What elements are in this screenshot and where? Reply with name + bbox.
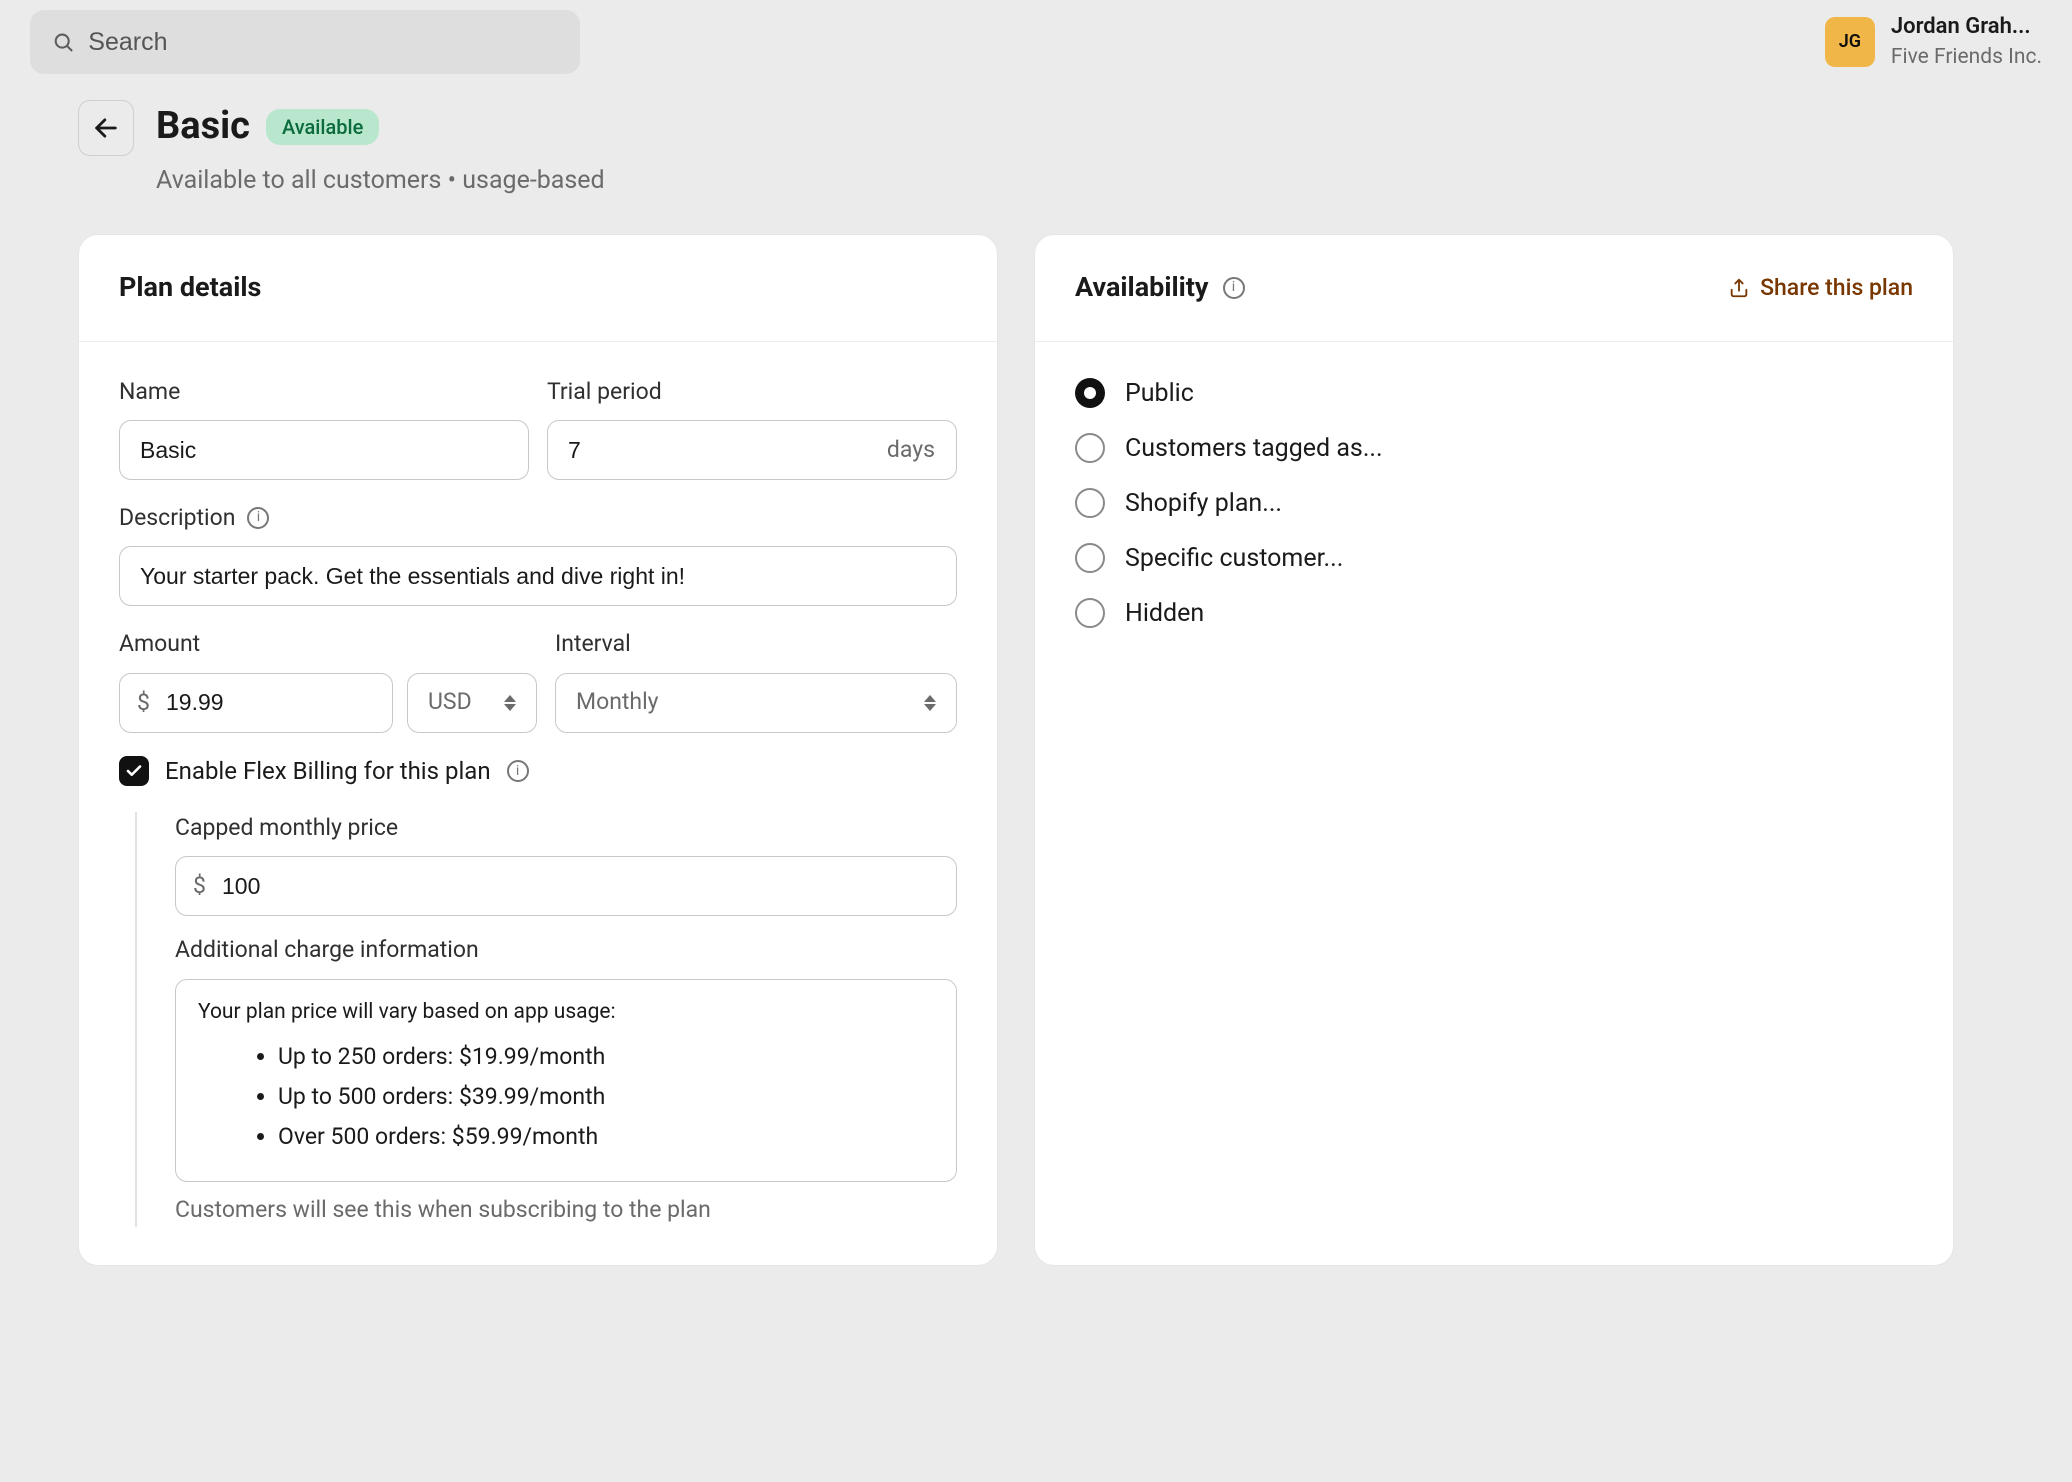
radio-button[interactable] bbox=[1075, 488, 1105, 518]
availability-option-label: Customers tagged as... bbox=[1125, 431, 1383, 466]
avatar: JG bbox=[1825, 17, 1875, 67]
interval-value: Monthly bbox=[576, 686, 659, 718]
availability-option-label: Hidden bbox=[1125, 596, 1204, 631]
info-icon[interactable]: i bbox=[507, 760, 529, 782]
availability-heading: Availability bbox=[1075, 269, 1209, 307]
interval-select[interactable]: Monthly bbox=[555, 673, 957, 733]
currency-symbol: $ bbox=[137, 686, 150, 718]
description-label: Description bbox=[119, 502, 235, 534]
additional-charge-label: Additional charge information bbox=[175, 934, 957, 966]
additional-charge-intro: Your plan price will vary based on app u… bbox=[198, 998, 934, 1027]
check-icon bbox=[125, 762, 143, 780]
amount-input[interactable] bbox=[119, 673, 393, 733]
amount-label: Amount bbox=[119, 628, 537, 660]
availability-option[interactable]: Customers tagged as... bbox=[1075, 431, 1913, 466]
availability-option-label: Specific customer... bbox=[1125, 541, 1343, 576]
availability-option[interactable]: Shopify plan... bbox=[1075, 486, 1913, 521]
flex-billing-checkbox[interactable] bbox=[119, 756, 149, 786]
search-icon bbox=[52, 30, 74, 54]
arrow-left-icon bbox=[92, 114, 120, 142]
interval-label: Interval bbox=[555, 628, 957, 660]
tier-item: Up to 500 orders: $39.99/month bbox=[278, 1077, 934, 1117]
capped-label: Capped monthly price bbox=[175, 812, 957, 844]
user-menu[interactable]: JG Jordan Grah... Five Friends Inc. bbox=[1825, 12, 2042, 72]
info-icon[interactable]: i bbox=[247, 507, 269, 529]
additional-charge-textarea[interactable]: Your plan price will vary based on app u… bbox=[175, 979, 957, 1183]
page-subtitle: Available to all customers • usage-based bbox=[156, 163, 605, 198]
user-name: Jordan Grah... bbox=[1891, 12, 2042, 43]
tier-item: Up to 250 orders: $19.99/month bbox=[278, 1037, 934, 1077]
page-title: Basic bbox=[156, 100, 250, 153]
radio-button[interactable] bbox=[1075, 378, 1105, 408]
user-org: Five Friends Inc. bbox=[1891, 43, 2042, 72]
currency-select[interactable]: USD bbox=[407, 673, 537, 733]
currency-symbol: $ bbox=[193, 870, 206, 902]
trial-unit: days bbox=[887, 434, 935, 466]
name-label: Name bbox=[119, 376, 529, 408]
availability-option-label: Shopify plan... bbox=[1125, 486, 1282, 521]
availability-card: Availability i Share this plan Public Cus… bbox=[1034, 234, 1954, 1265]
plan-details-heading: Plan details bbox=[119, 269, 261, 307]
sort-icon bbox=[504, 695, 516, 711]
radio-button[interactable] bbox=[1075, 543, 1105, 573]
availability-option[interactable]: Hidden bbox=[1075, 596, 1913, 631]
tier-item: Over 500 orders: $59.99/month bbox=[278, 1117, 934, 1157]
currency-value: USD bbox=[428, 686, 472, 718]
availability-option-label: Public bbox=[1125, 376, 1194, 411]
sort-icon bbox=[924, 695, 936, 711]
share-icon bbox=[1728, 277, 1750, 299]
info-icon[interactable]: i bbox=[1223, 277, 1245, 299]
search-field[interactable] bbox=[30, 10, 580, 74]
search-input[interactable] bbox=[88, 28, 558, 57]
share-plan-label: Share this plan bbox=[1760, 272, 1913, 304]
additional-charge-hint: Customers will see this when subscribing… bbox=[175, 1194, 957, 1226]
back-button[interactable] bbox=[78, 100, 134, 156]
radio-button[interactable] bbox=[1075, 598, 1105, 628]
capped-input[interactable] bbox=[175, 856, 957, 916]
flex-billing-label: Enable Flex Billing for this plan bbox=[165, 755, 491, 789]
plan-details-card: Plan details Name Trial period days bbox=[78, 234, 998, 1265]
availability-option[interactable]: Public bbox=[1075, 376, 1913, 411]
description-input[interactable] bbox=[119, 546, 957, 606]
trial-label: Trial period bbox=[547, 376, 957, 408]
status-badge: Available bbox=[266, 109, 379, 145]
name-input[interactable] bbox=[119, 420, 529, 480]
radio-button[interactable] bbox=[1075, 433, 1105, 463]
availability-option[interactable]: Specific customer... bbox=[1075, 541, 1913, 576]
share-plan-link[interactable]: Share this plan bbox=[1728, 272, 1913, 304]
